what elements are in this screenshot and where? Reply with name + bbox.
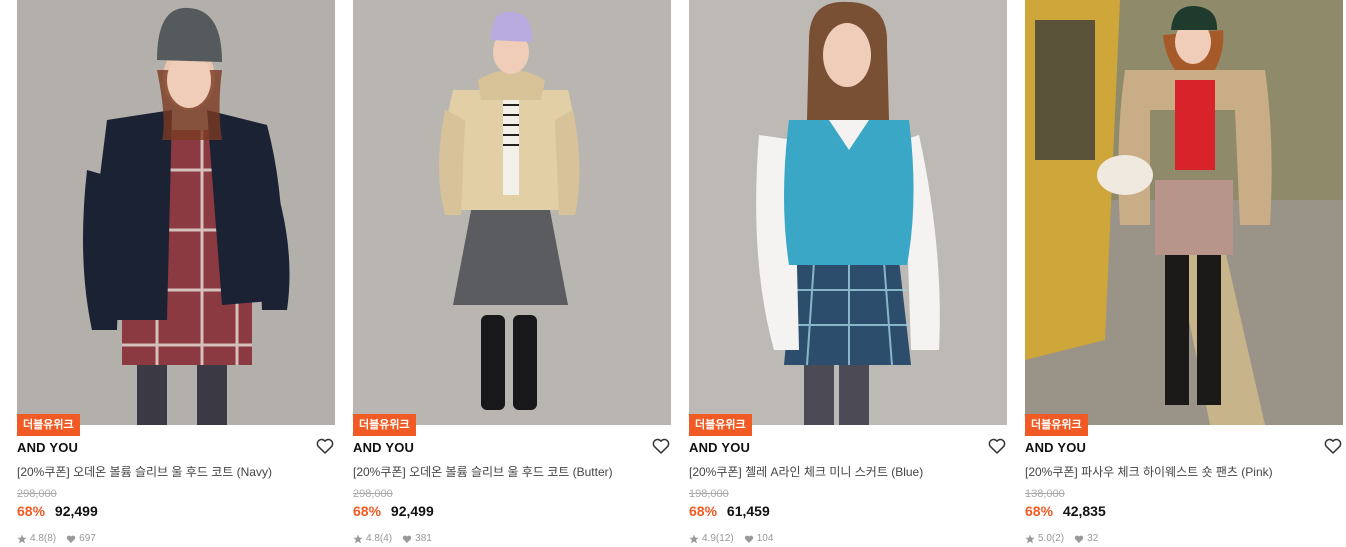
discount-rate: 68% [17,503,46,519]
product-card[interactable]: 더블유위크 AND YOU [20%쿠폰] 파사우 체크 하이웨스트 숏 팬츠 … [1025,0,1343,547]
star-icon [689,534,699,543]
review-count: (4) [379,533,393,544]
original-price: 298,000 [353,488,393,500]
price-line: 68% 92,499 [17,503,98,519]
product-image[interactable] [17,0,335,425]
promo-badge: 더블유위크 [689,414,752,436]
review-count: (2) [1051,533,1065,544]
heart-icon[interactable] [651,436,671,456]
like-count: 381 [415,533,432,544]
rating-value: 4.8 [366,533,380,544]
product-card[interactable]: 더블유위크 AND YOU [20%쿠폰] 오데온 볼륨 슬리브 울 후드 코트… [353,0,671,547]
rating-likes: 5.0 (2) 32 [1025,533,1098,544]
discount-rate: 68% [1025,503,1054,519]
product-title[interactable]: [20%쿠폰] 오데온 볼륨 슬리브 울 후드 코트 (Navy) [17,463,272,480]
product-title[interactable]: [20%쿠폰] 오데온 볼륨 슬리브 울 후드 코트 (Butter) [353,463,613,480]
like-count: 32 [1087,533,1099,544]
discount-rate: 68% [689,503,718,519]
heart-icon[interactable] [987,436,1007,456]
star-icon [353,534,363,543]
rating-value: 4.9 [702,533,716,544]
rating-value: 5.0 [1038,533,1052,544]
like-count: 697 [79,533,96,544]
review-count: (12) [715,533,734,544]
product-image[interactable] [1025,0,1343,425]
heart-filled-icon [66,535,76,543]
sale-price: 92,499 [390,503,434,519]
price-line: 68% 92,499 [353,503,434,519]
promo-badge: 더블유위크 [17,414,80,436]
original-price: 298,000 [17,488,57,500]
heart-filled-icon [402,535,412,543]
brand-name[interactable]: AND YOU [1025,440,1086,455]
product-title[interactable]: [20%쿠폰] 첼레 A라인 체크 미니 스커트 (Blue) [689,463,923,480]
heart-filled-icon [744,535,753,543]
heart-icon[interactable] [1323,436,1343,456]
review-count: (8) [43,533,57,544]
like-count: 104 [756,533,774,544]
rating-value: 4.8 [30,533,44,544]
product-image[interactable] [353,0,671,425]
sale-price: 42,835 [1062,503,1106,519]
rating-likes: 4.8 (4) 381 [353,533,432,544]
star-icon [17,534,27,543]
promo-badge: 더블유위크 [1025,414,1088,436]
discount-rate: 68% [353,503,382,519]
heart-filled-icon [1074,535,1084,543]
brand-name[interactable]: AND YOU [353,440,414,455]
price-line: 68% 61,459 [689,503,770,519]
rating-likes: 4.9 (12) 104 [689,533,773,544]
product-title[interactable]: [20%쿠폰] 파사우 체크 하이웨스트 숏 팬츠 (Pink) [1025,463,1273,480]
brand-name[interactable]: AND YOU [689,440,750,455]
promo-badge: 더블유위크 [353,414,416,436]
product-card[interactable]: 더블유위크 AND YOU [20%쿠폰] 첼레 A라인 체크 미니 스커트 (… [689,0,1007,547]
star-icon [1025,534,1035,543]
rating-likes: 4.8 (8) 697 [17,533,96,544]
original-price: 138,000 [1025,488,1065,500]
brand-name[interactable]: AND YOU [17,440,78,455]
product-grid: 더블유위크 AND YOU [20%쿠폰] 오데온 볼륨 슬리브 울 후드 코트… [0,0,1346,547]
sale-price: 92,499 [54,503,98,519]
price-line: 68% 42,835 [1025,503,1106,519]
original-price: 198,000 [689,488,729,500]
sale-price: 61,459 [726,503,770,519]
product-card[interactable]: 더블유위크 AND YOU [20%쿠폰] 오데온 볼륨 슬리브 울 후드 코트… [17,0,335,547]
heart-icon[interactable] [315,436,335,456]
product-image[interactable] [689,0,1007,425]
